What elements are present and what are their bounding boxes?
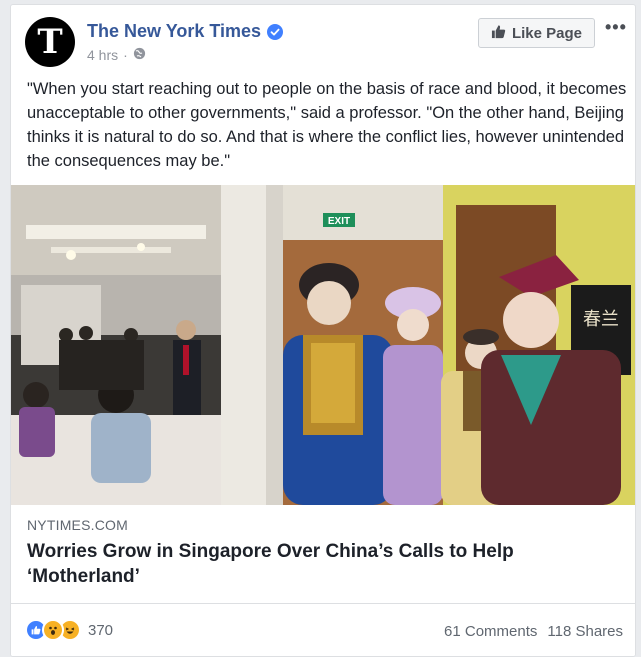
reactions-summary[interactable]: 370 — [25, 619, 113, 641]
calligraphy-scroll: 春兰 — [583, 309, 619, 330]
link-domain: NYTIMES.COM — [27, 517, 128, 533]
comments-count[interactable]: 61 Comments — [444, 623, 537, 640]
thumbs-up-icon — [491, 24, 506, 43]
meta-separator: · — [123, 47, 128, 63]
post-header: T The New York Times 4 hrs · Like Page •… — [11, 5, 635, 79]
article-photo[interactable]: EXIT 春兰 — [11, 185, 635, 505]
more-options-icon[interactable]: ••• — [605, 17, 627, 38]
page-name: The New York Times — [87, 21, 284, 42]
like-page-label: Like Page — [511, 24, 583, 42]
engagement-stats: 61 Comments 118 Shares — [444, 623, 623, 640]
post-timestamp[interactable]: 4 hrs — [87, 47, 118, 63]
wow-reaction-icon — [42, 619, 64, 641]
post-message: "When you start reaching out to people o… — [27, 80, 627, 170]
verified-badge-icon — [267, 23, 284, 40]
exit-sign: EXIT — [328, 216, 350, 227]
link-preview[interactable]: NYTIMES.COM Worries Grow in Singapore Ov… — [11, 505, 635, 604]
link-headline[interactable]: Worries Grow in Singapore Over China’s C… — [27, 539, 587, 589]
like-page-button[interactable]: Like Page — [478, 18, 595, 48]
post-meta: 4 hrs · — [87, 47, 146, 63]
nyt-logo: T — [37, 22, 63, 62]
globe-icon[interactable] — [133, 47, 146, 63]
post-footer: 370 61 Comments 118 Shares — [11, 605, 635, 656]
reaction-count: 370 — [88, 621, 114, 639]
page-avatar[interactable]: T — [25, 17, 75, 67]
post-card: T The New York Times 4 hrs · Like Page •… — [10, 4, 636, 657]
page-name-link[interactable]: The New York Times — [87, 21, 261, 42]
shares-count[interactable]: 118 Shares — [547, 623, 623, 640]
